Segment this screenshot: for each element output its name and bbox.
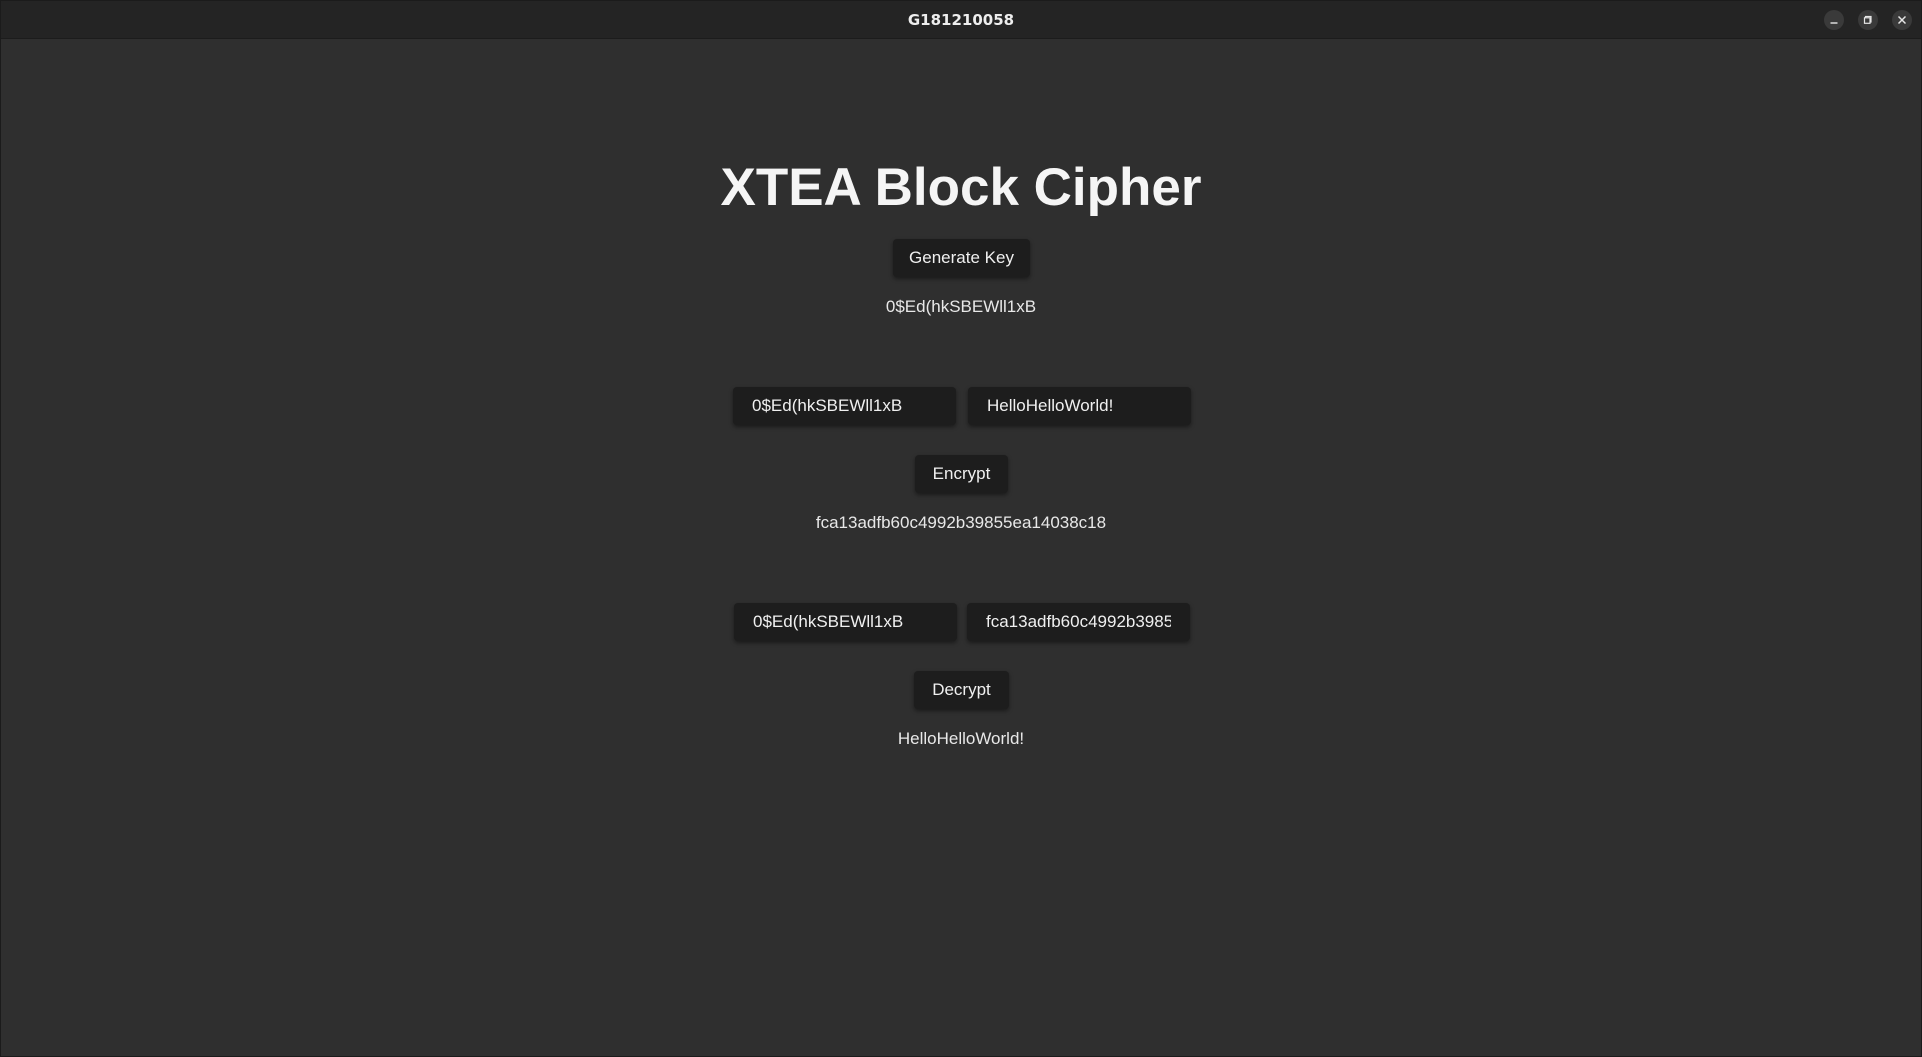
close-button[interactable] [1892, 10, 1912, 30]
ciphertext-input[interactable] [967, 603, 1190, 641]
generate-key-button[interactable]: Generate Key [893, 239, 1030, 277]
ciphertext-output: fca13adfb60c4992b39855ea14038c18 [815, 513, 1107, 532]
encrypt-key-input[interactable] [733, 387, 956, 425]
maximize-button[interactable] [1858, 10, 1878, 30]
decrypted-output: HelloHelloWorld! [897, 729, 1025, 748]
minimize-icon [1830, 22, 1838, 24]
decrypt-button[interactable]: Decrypt [914, 671, 1009, 709]
close-icon [1897, 15, 1907, 25]
generated-key-output: 0$Ed(hkSBEWll1xB [885, 297, 1037, 316]
window-title: G181210058 [907, 11, 1015, 29]
decrypt-key-input[interactable] [734, 603, 957, 641]
encrypt-button[interactable]: Encrypt [915, 455, 1008, 493]
main-content: XTEA Block Cipher Generate Key 0$Ed(hkSB… [1, 39, 1921, 1056]
plaintext-input[interactable] [968, 387, 1191, 425]
app-window: G181210058 XTEA Block Cipher Generate Ke… [0, 0, 1922, 1057]
maximize-icon [1863, 15, 1872, 24]
title-bar[interactable]: G181210058 [1, 1, 1921, 39]
page-title: XTEA Block Cipher [720, 158, 1202, 217]
minimize-button[interactable] [1824, 10, 1844, 30]
